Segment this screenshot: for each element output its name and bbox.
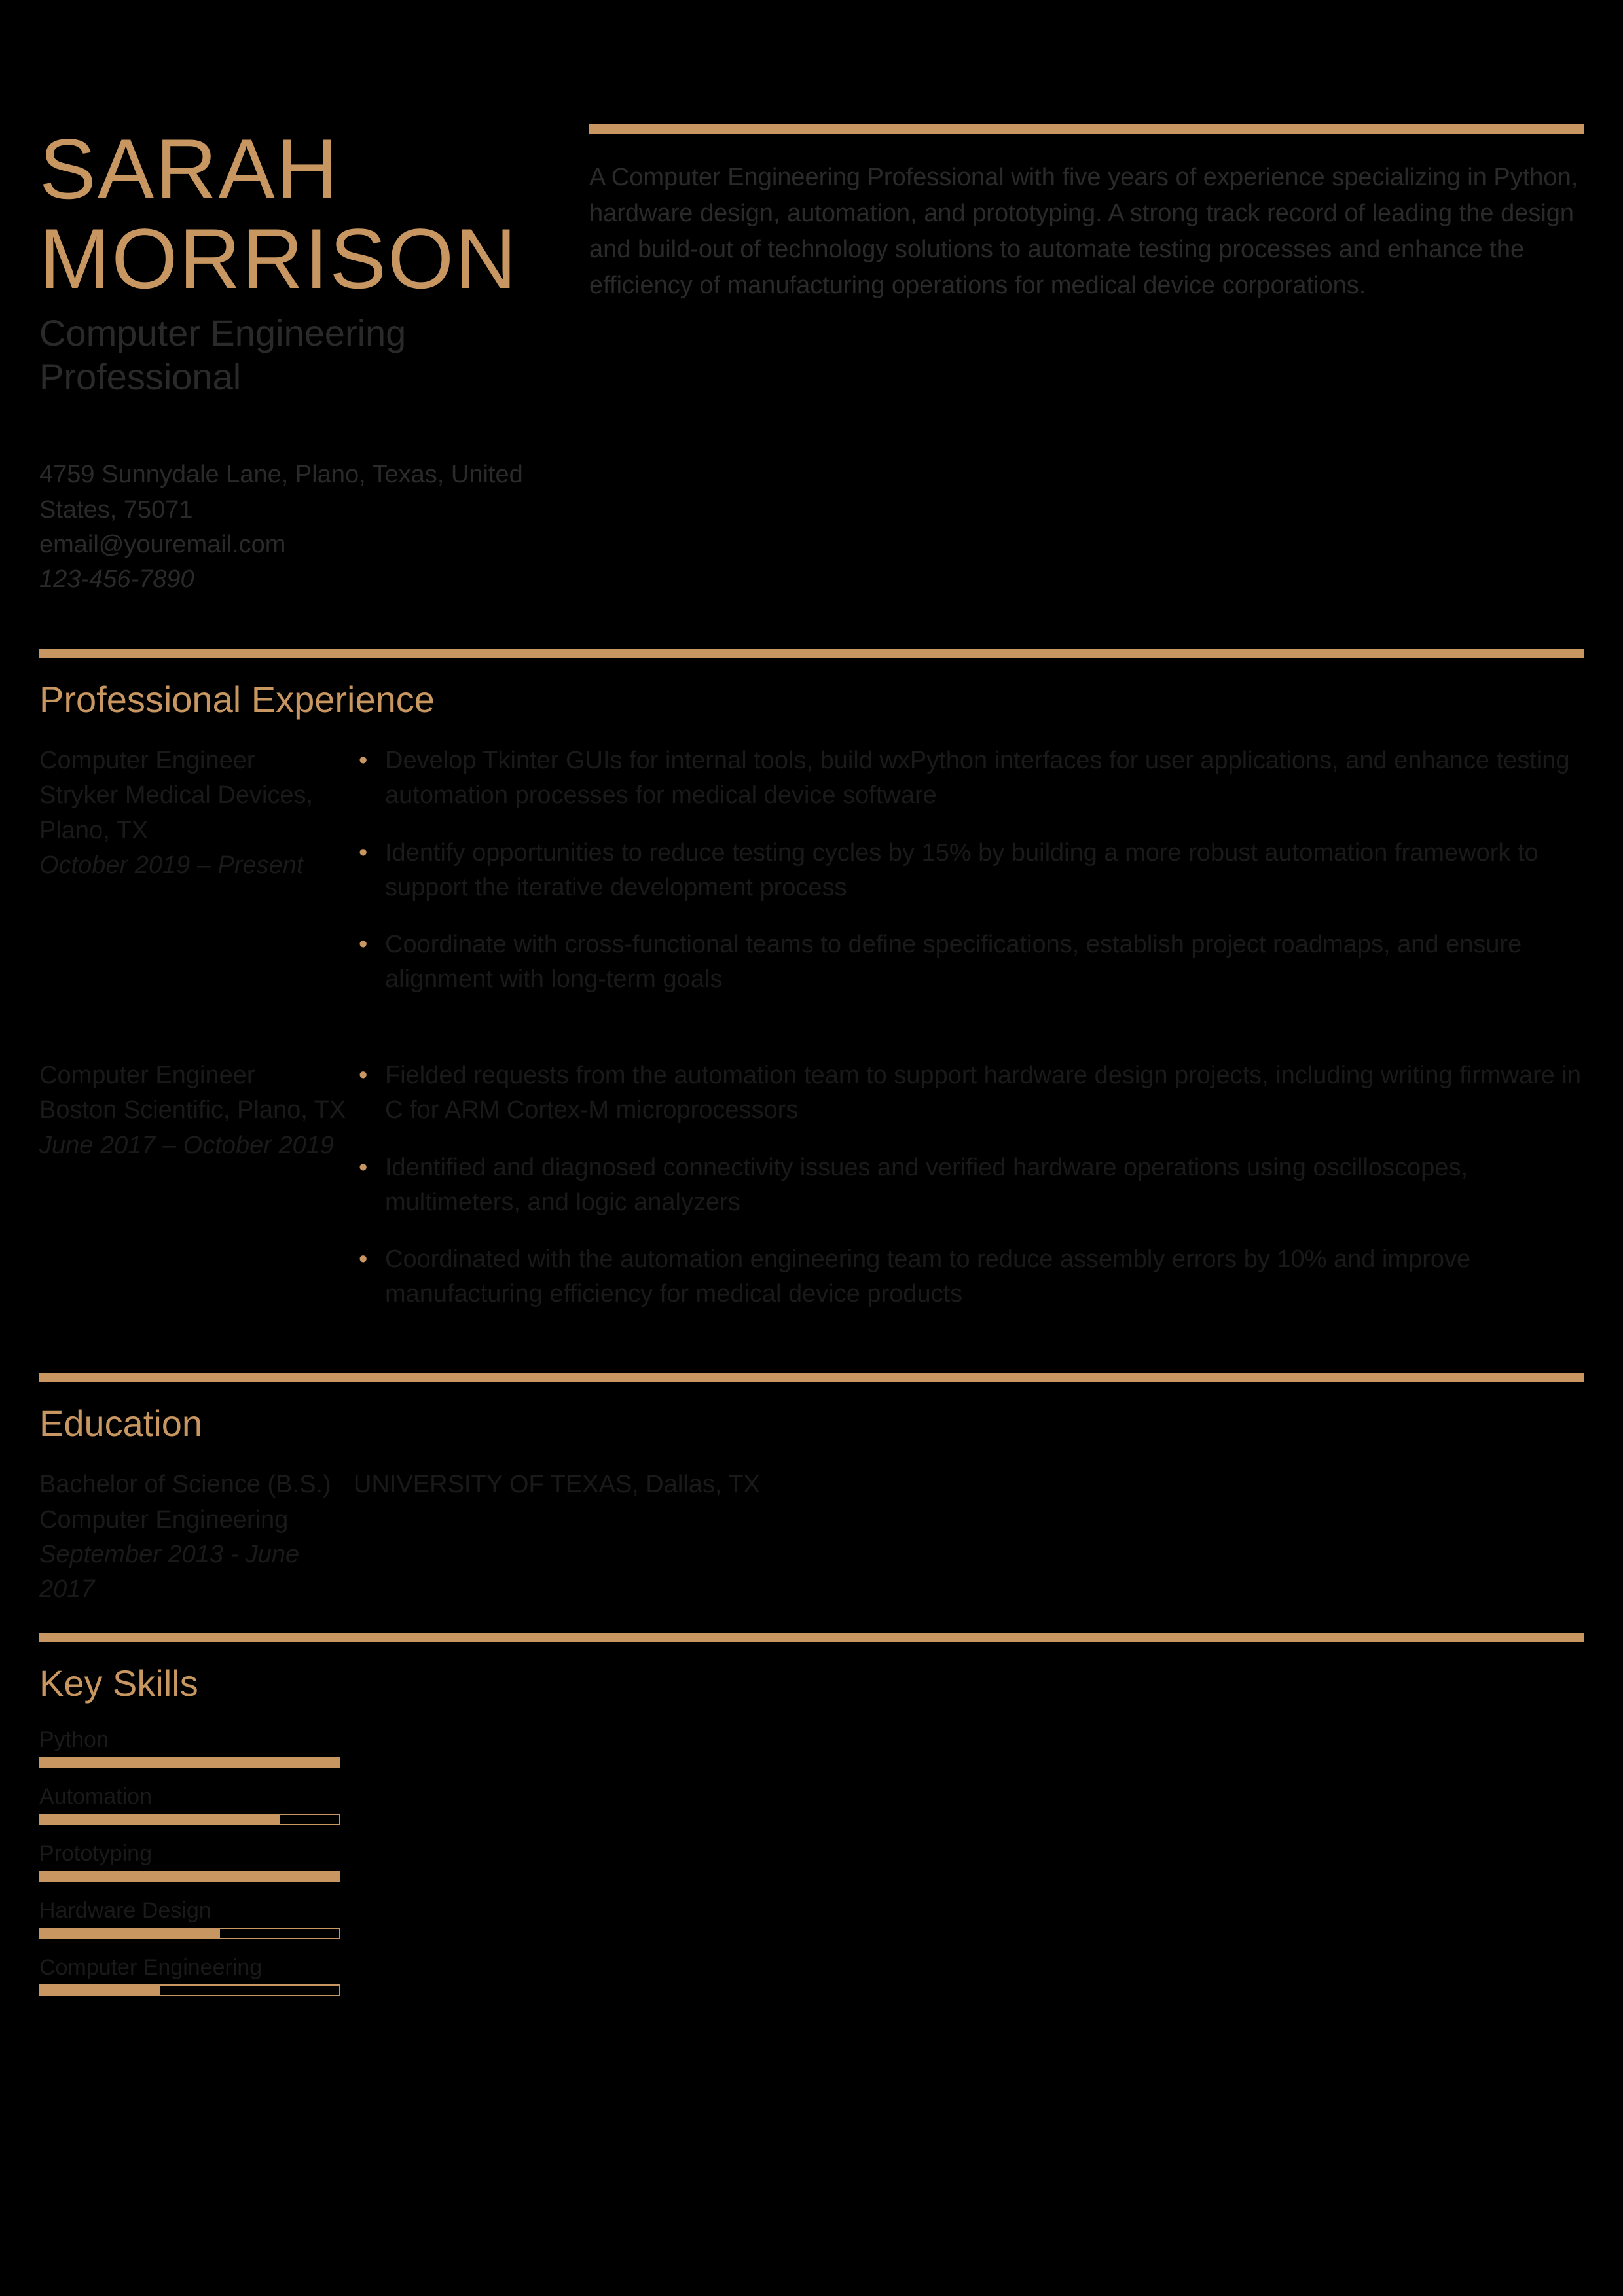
skill-fill <box>41 1986 160 1995</box>
contact-email: email@youremail.com <box>39 528 550 562</box>
experience-list: Computer EngineerStryker Medical Devices… <box>39 744 1584 1334</box>
summary-divider <box>589 124 1584 134</box>
experience-company: Stryker Medical Devices, Plano, TX <box>39 778 354 848</box>
skill-label: Prototyping <box>39 1841 340 1867</box>
header-right: A Computer Engineering Professional with… <box>589 124 1584 597</box>
experience-entry: Computer EngineerBoston Scientific, Plan… <box>39 1058 1584 1334</box>
experience-bullet: Coordinated with the automation engineer… <box>354 1242 1584 1312</box>
skill-bar <box>39 1928 340 1939</box>
skill-bar <box>39 1871 340 1882</box>
contact-block: 4759 Sunnydale Lane, Plano, Texas, Unite… <box>39 457 550 597</box>
skill-label: Python <box>39 1727 340 1753</box>
summary-text: A Computer Engineering Professional with… <box>589 160 1584 304</box>
section-title-education: Education <box>39 1402 1584 1444</box>
header-left: SARAH MORRISON Computer Engineering Prof… <box>39 124 550 597</box>
skill-fill <box>41 1872 339 1881</box>
experience-meta: Computer EngineerBoston Scientific, Plan… <box>39 1058 354 1334</box>
skills-list: Python Automation Prototyping Hardware Desi… <box>39 1727 340 1996</box>
experience-bullet: Identify opportunities to reduce testing… <box>354 836 1584 905</box>
skill-fill <box>41 1815 280 1824</box>
education-degree: Bachelor of Science (B.S.) Computer Engi… <box>39 1467 354 1537</box>
name-first: SARAH <box>39 124 550 214</box>
experience-bullet: Identified and diagnosed connectivity is… <box>354 1151 1584 1220</box>
experience-bullets: Develop Tkinter GUIs for internal tools,… <box>354 744 1584 1019</box>
skill-bar <box>39 1984 340 1996</box>
skill-row: Automation <box>39 1784 340 1825</box>
education-list: Bachelor of Science (B.S.) Computer Engi… <box>39 1467 1584 1607</box>
education-dates: September 2013 - June 2017 <box>39 1537 354 1607</box>
skill-label: Hardware Design <box>39 1898 340 1924</box>
experience-bullet: Fielded requests from the automation tea… <box>354 1058 1584 1128</box>
skill-bar <box>39 1814 340 1825</box>
education-school: UNIVERSITY OF TEXAS, Dallas, TX <box>354 1467 1584 1607</box>
experience-dates: October 2019 – Present <box>39 848 354 883</box>
section-title-experience: Professional Experience <box>39 678 1584 721</box>
section-title-skills: Key Skills <box>39 1662 1584 1704</box>
experience-bullet: Develop Tkinter GUIs for internal tools,… <box>354 744 1584 813</box>
skill-bar <box>39 1757 340 1768</box>
experience-company: Boston Scientific, Plano, TX <box>39 1093 354 1128</box>
experience-meta: Computer EngineerStryker Medical Devices… <box>39 744 354 1019</box>
divider-education <box>39 1373 1584 1382</box>
experience-title: Computer Engineer <box>39 744 354 778</box>
divider-experience <box>39 649 1584 658</box>
skill-label: Automation <box>39 1784 340 1810</box>
education-entry: Bachelor of Science (B.S.) Computer Engi… <box>39 1467 1584 1607</box>
contact-address: 4759 Sunnydale Lane, Plano, Texas, Unite… <box>39 457 550 527</box>
skill-fill <box>41 1758 339 1767</box>
contact-phone: 123-456-7890 <box>39 562 550 597</box>
experience-bullet: Coordinate with cross-functional teams t… <box>354 927 1584 997</box>
divider-skills <box>39 1633 1584 1642</box>
name-last: MORRISON <box>39 214 550 304</box>
skill-row: Hardware Design <box>39 1898 340 1939</box>
experience-bullets: Fielded requests from the automation tea… <box>354 1058 1584 1334</box>
skill-label: Computer Engineering <box>39 1955 340 1981</box>
skill-row: Python <box>39 1727 340 1768</box>
job-title: Computer Engineering Professional <box>39 311 550 399</box>
experience-dates: June 2017 – October 2019 <box>39 1128 354 1163</box>
skill-row: Computer Engineering <box>39 1955 340 1996</box>
experience-entry: Computer EngineerStryker Medical Devices… <box>39 744 1584 1019</box>
experience-title: Computer Engineer <box>39 1058 354 1093</box>
header-row: SARAH MORRISON Computer Engineering Prof… <box>39 124 1584 597</box>
skill-row: Prototyping <box>39 1841 340 1882</box>
skill-fill <box>41 1929 220 1938</box>
education-meta: Bachelor of Science (B.S.) Computer Engi… <box>39 1467 354 1607</box>
